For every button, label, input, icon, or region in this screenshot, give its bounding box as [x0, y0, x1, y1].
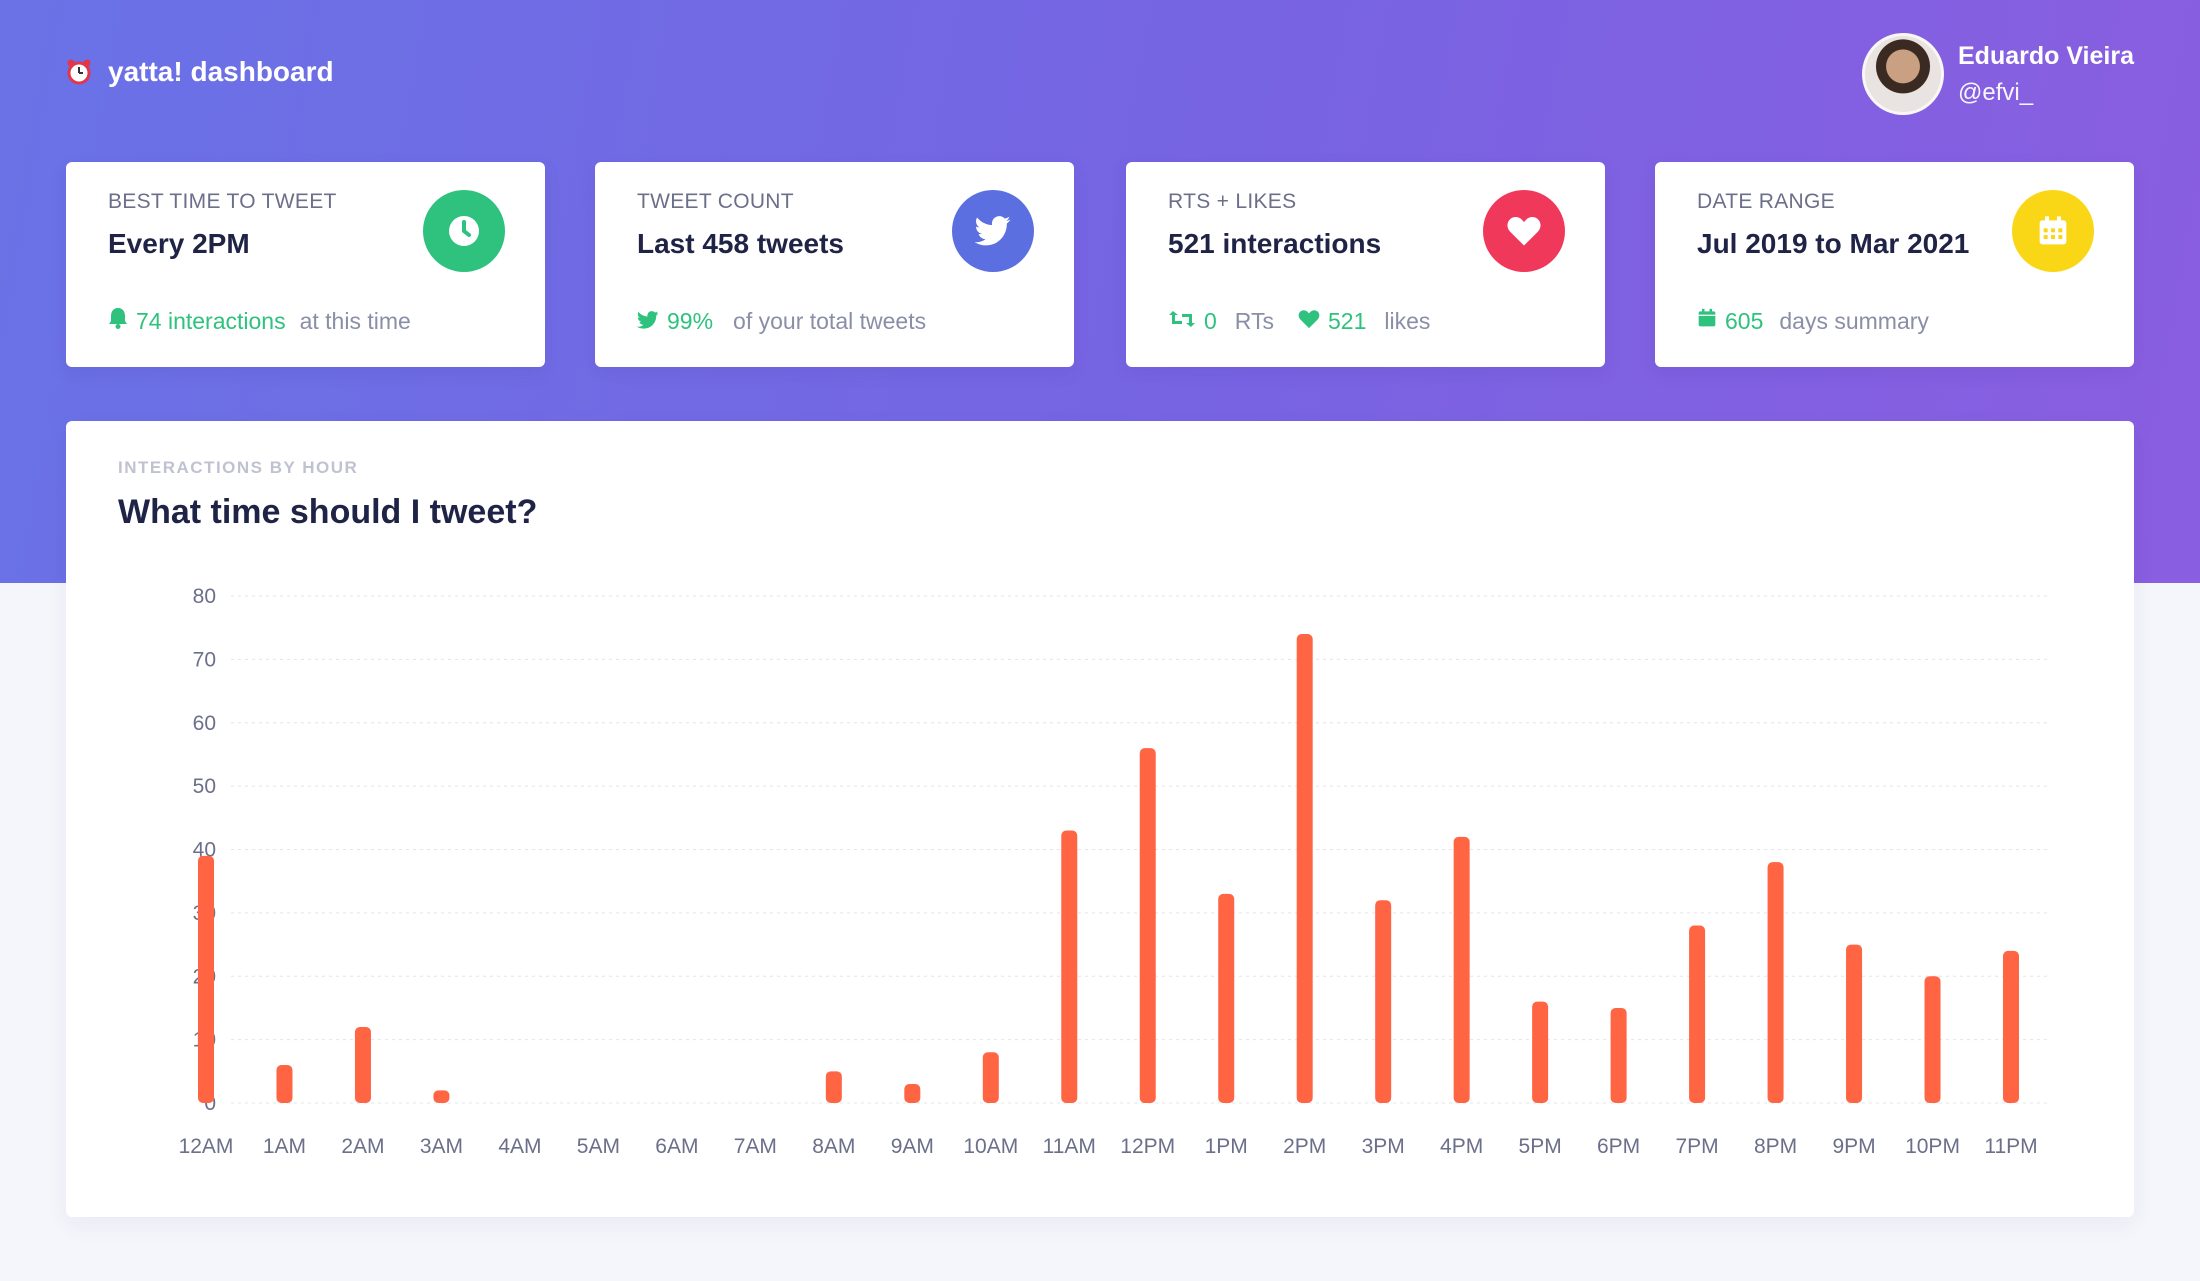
- y-tick-label: 70: [193, 648, 216, 671]
- alarm-clock-icon: [64, 57, 94, 87]
- bar-5pm[interactable]: [1532, 1001, 1549, 1103]
- twitter-icon: [952, 190, 1034, 272]
- bar-2pm[interactable]: [1296, 634, 1313, 1103]
- retweet-icon: [1168, 308, 1196, 335]
- x-tick-label: 3AM: [420, 1135, 463, 1158]
- heart-icon: [1483, 190, 1565, 272]
- bar-9pm[interactable]: [1846, 944, 1863, 1103]
- bar-1am[interactable]: [276, 1064, 293, 1103]
- x-tick-label: 3PM: [1362, 1135, 1405, 1158]
- chart-card: INTERACTIONS BY HOUR What time should I …: [66, 421, 2134, 1217]
- bar-12am[interactable]: [198, 855, 214, 1103]
- x-tick-label: 7PM: [1675, 1135, 1718, 1158]
- foot-value: 99%: [667, 308, 714, 334]
- bar-8pm[interactable]: [1767, 862, 1784, 1103]
- bar-2am[interactable]: [354, 1026, 371, 1103]
- bar-10pm[interactable]: [1924, 976, 1941, 1103]
- x-tick-label: 11AM: [1043, 1135, 1096, 1158]
- y-tick-label: 60: [193, 712, 216, 735]
- bar-9am[interactable]: [904, 1083, 921, 1103]
- card-footer: 74 interactions at this time: [108, 307, 411, 335]
- x-tick-label: 10AM: [963, 1135, 1018, 1158]
- foot-text: at this time: [299, 307, 411, 334]
- bar-10am[interactable]: [982, 1052, 999, 1103]
- foot-text: days summary: [1779, 307, 1929, 334]
- x-tick-label: 6AM: [655, 1135, 698, 1158]
- user-handle: @efvi_: [1958, 78, 2034, 106]
- like-icon: [1298, 308, 1320, 335]
- x-tick-label: 1AM: [263, 1135, 306, 1158]
- card-footer: 99% of your total tweets: [636, 308, 927, 335]
- bar-6pm[interactable]: [1610, 1007, 1627, 1103]
- x-tick-label: 12PM: [1120, 1135, 1175, 1158]
- like-label: likes: [1384, 308, 1431, 334]
- bar-chart: 0102030405060708012AM1AM2AM3AM4AM5AM6AM7…: [179, 585, 2049, 1158]
- bar-11pm[interactable]: [2003, 950, 2019, 1103]
- avatar: [1862, 33, 1944, 115]
- x-tick-label: 5AM: [577, 1135, 620, 1158]
- card-rts-likes: RTS + LIKES 521 interactions 0 RTs 521 l…: [1126, 162, 1605, 367]
- card-footer: 605 days summary: [1697, 307, 1929, 335]
- card-footer: 0 RTs 521 likes: [1168, 308, 1430, 335]
- x-tick-label: 1PM: [1205, 1135, 1248, 1158]
- retweet-label: RTs: [1234, 308, 1274, 334]
- x-tick-label: 9AM: [891, 1135, 934, 1158]
- user-name: Eduardo Vieira: [1958, 41, 2134, 70]
- x-tick-label: 7AM: [734, 1135, 777, 1158]
- bar-4pm[interactable]: [1453, 836, 1470, 1103]
- x-tick-label: 8AM: [812, 1135, 855, 1158]
- like-count: 521: [1328, 308, 1367, 334]
- card-date-range: DATE RANGE Jul 2019 to Mar 2021 605 days…: [1655, 162, 2134, 367]
- retweet-count: 0: [1204, 308, 1217, 334]
- x-tick-label: 2PM: [1283, 1135, 1326, 1158]
- x-tick-label: 11PM: [1984, 1135, 2037, 1158]
- bar-1pm[interactable]: [1218, 893, 1235, 1103]
- x-tick-label: 2AM: [341, 1135, 384, 1158]
- bar-3am[interactable]: [433, 1090, 450, 1103]
- bar-7pm[interactable]: [1689, 925, 1706, 1103]
- app-title: yatta! dashboard: [108, 56, 334, 87]
- user-profile[interactable]: Eduardo Vieira @efvi_: [1862, 33, 2134, 115]
- brand[interactable]: yatta! dashboard: [64, 56, 334, 88]
- bar-11am[interactable]: [1061, 830, 1078, 1103]
- foot-value: 605: [1725, 307, 1764, 334]
- clock-icon: [423, 190, 505, 272]
- bar-12pm[interactable]: [1139, 748, 1156, 1103]
- bar-3pm[interactable]: [1375, 900, 1392, 1103]
- bar-8am[interactable]: [825, 1071, 842, 1103]
- calendar-small-icon: [1697, 307, 1717, 335]
- bell-icon: [108, 307, 128, 335]
- x-tick-label: 10PM: [1905, 1135, 1960, 1158]
- x-tick-label: 4PM: [1440, 1135, 1483, 1158]
- x-tick-label: 8PM: [1754, 1135, 1797, 1158]
- card-tweet-count: TWEET COUNT Last 458 tweets 99% of your …: [595, 162, 1074, 367]
- twitter-small-icon: [636, 308, 659, 335]
- calendar-icon: [2012, 190, 2094, 272]
- x-tick-label: 4AM: [498, 1135, 541, 1158]
- y-tick-label: 50: [193, 775, 216, 798]
- x-tick-label: 9PM: [1832, 1135, 1875, 1158]
- x-tick-label: 6PM: [1597, 1135, 1640, 1158]
- y-tick-label: 80: [193, 585, 216, 608]
- foot-value: 74 interactions: [136, 307, 286, 334]
- x-tick-label: 12AM: [179, 1135, 234, 1158]
- foot-text: of your total tweets: [733, 308, 927, 334]
- x-tick-label: 5PM: [1519, 1135, 1562, 1158]
- card-best-time: BEST TIME TO TWEET Every 2PM 74 interact…: [66, 162, 545, 367]
